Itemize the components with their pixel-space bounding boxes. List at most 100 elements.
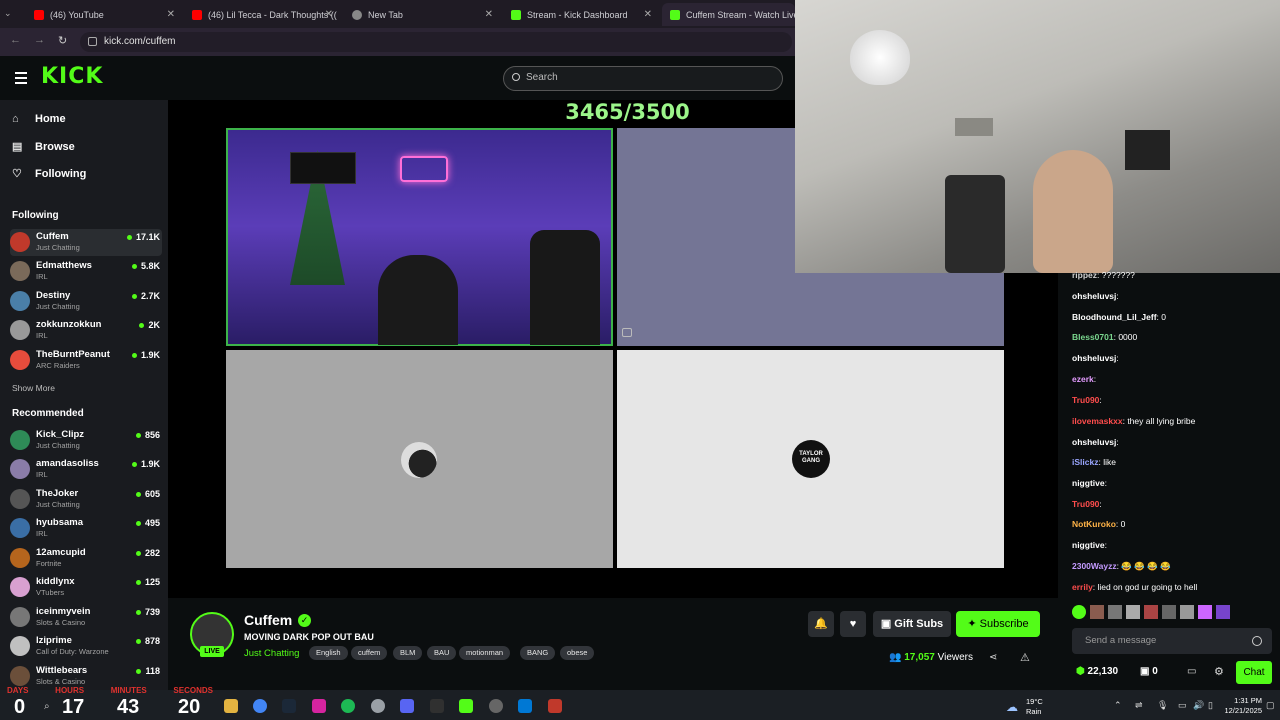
- sidebar-channel-kick-clipz[interactable]: Kick_Clipz Just Chatting 856: [10, 427, 162, 454]
- sidebar-channel-12amcupid[interactable]: 12amcupid Fortnite 282: [10, 545, 162, 572]
- tab-search-icon[interactable]: ⌄: [4, 8, 12, 19]
- follow-button[interactable]: ♥: [840, 611, 866, 637]
- tag-chip[interactable]: BANG: [520, 646, 556, 660]
- browser-tab-youtube[interactable]: (46) YouTube ✕: [26, 3, 181, 26]
- chat-username[interactable]: niggtive: [1072, 540, 1105, 550]
- emote-icon[interactable]: [1216, 605, 1230, 619]
- gift-subs-button[interactable]: ▣ Gift Subs: [873, 611, 951, 637]
- close-icon[interactable]: ✕: [485, 9, 493, 20]
- chat-username[interactable]: ezerk: [1072, 374, 1094, 384]
- chat-bubble-icon[interactable]: ▭: [1187, 666, 1196, 677]
- nav-home[interactable]: ⌂ Home: [12, 113, 66, 125]
- discord-icon[interactable]: [400, 699, 414, 713]
- menu-icon[interactable]: [15, 72, 27, 84]
- sidebar-channel-destiny[interactable]: Destiny Just Chatting 2.7K: [10, 288, 162, 315]
- browser-tab-cuffem[interactable]: Cuffem Stream - Watch Live: [662, 3, 795, 26]
- nav-browse[interactable]: ▤ Browse: [12, 140, 75, 154]
- display-icon[interactable]: ▭: [1178, 700, 1187, 711]
- show-more-link[interactable]: Show More: [12, 383, 55, 393]
- reload-icon[interactable]: ↻: [58, 34, 67, 47]
- chat-username[interactable]: niggtive: [1072, 478, 1105, 488]
- streamer-name[interactable]: Cuffem: [244, 612, 292, 628]
- tag-chip[interactable]: BLM: [393, 646, 423, 660]
- media-app-icon[interactable]: [548, 699, 562, 713]
- tray-overflow-icon[interactable]: ⌃: [1114, 700, 1122, 711]
- gift-counter[interactable]: ▣ 0: [1140, 666, 1158, 677]
- close-icon[interactable]: ✕: [325, 9, 333, 20]
- search-input[interactable]: Search: [503, 66, 783, 91]
- emote-icon[interactable]: [1180, 605, 1194, 619]
- sidebar-channel-theburntpeanut[interactable]: TheBurntPeanut ARC Raiders 1.9K: [10, 347, 162, 374]
- emote-icon[interactable]: [1090, 605, 1104, 619]
- file-explorer-icon[interactable]: [224, 699, 238, 713]
- chat-username[interactable]: errily: [1072, 582, 1093, 592]
- chat-username[interactable]: iSlickz: [1072, 457, 1098, 467]
- sidebar-channel-hyubsama[interactable]: hyubsama IRL 495: [10, 515, 162, 542]
- emoji-picker-icon[interactable]: [1252, 636, 1262, 646]
- url-field[interactable]: kick.com/cuffem: [80, 32, 792, 52]
- sidebar-channel-thejoker[interactable]: TheJoker Just Chatting 605: [10, 486, 162, 513]
- chrome-icon[interactable]: [253, 699, 267, 713]
- kick-app-icon[interactable]: [459, 699, 473, 713]
- forward-icon[interactable]: →: [34, 34, 45, 46]
- chat-username[interactable]: ohsheluvsj: [1072, 437, 1116, 447]
- chat-username[interactable]: rippez: [1072, 270, 1097, 280]
- emote-icon[interactable]: [1108, 605, 1122, 619]
- emote-icon[interactable]: [1126, 605, 1140, 619]
- sidebar-channel-iceinmyvein[interactable]: iceinmyvein Slots & Casino 739: [10, 604, 162, 631]
- chat-username[interactable]: Tru090: [1072, 395, 1099, 405]
- spotify-icon[interactable]: [341, 699, 355, 713]
- chat-send-button[interactable]: Chat: [1236, 661, 1272, 684]
- stream-category-link[interactable]: Just Chatting: [244, 648, 299, 659]
- sidebar-channel-edmatthews[interactable]: Edmatthews IRL 5.8K: [10, 258, 162, 285]
- tag-chip[interactable]: English: [309, 646, 348, 660]
- emote-icon[interactable]: [1144, 605, 1158, 619]
- chat-username[interactable]: ilovemaskxx: [1072, 416, 1123, 426]
- subscribe-button[interactable]: ✦ Subscribe: [956, 611, 1040, 637]
- chat-input[interactable]: Send a message: [1072, 628, 1272, 654]
- channel-points[interactable]: ⬢ 22,130: [1076, 666, 1118, 677]
- chat-username[interactable]: 2300Wayzz: [1072, 561, 1117, 571]
- tag-chip[interactable]: BAU: [427, 646, 457, 660]
- share-icon[interactable]: ⋖: [989, 652, 997, 663]
- microphone-icon[interactable]: 🎙: [1157, 700, 1168, 711]
- outlook-icon[interactable]: [518, 699, 532, 713]
- site-info-icon[interactable]: [88, 37, 97, 46]
- settings-app-icon[interactable]: [371, 699, 385, 713]
- sidebar-channel-wittlebears[interactable]: Wittlebears Slots & Casino 118: [10, 663, 162, 687]
- sidebar-channel-kiddlynx[interactable]: kiddlynx VTubers 125: [10, 574, 162, 601]
- back-icon[interactable]: ←: [10, 34, 21, 46]
- tag-chip[interactable]: obese: [560, 646, 595, 660]
- chat-username[interactable]: Tru090: [1072, 499, 1099, 509]
- search-icon[interactable]: ⌕: [44, 701, 50, 712]
- close-icon[interactable]: ✕: [644, 9, 652, 20]
- battery-icon[interactable]: ▯: [1208, 700, 1213, 711]
- browser-tab-new[interactable]: New Tab ✕: [344, 3, 499, 26]
- sidebar-channel-amandasoliss[interactable]: amandasoliss IRL 1.9K: [10, 456, 162, 483]
- emote-icon[interactable]: [1198, 605, 1212, 619]
- tag-chip[interactable]: motionman: [459, 646, 511, 660]
- nav-following[interactable]: ♡ Following: [12, 167, 86, 181]
- browser-tab-dashboard[interactable]: Stream - Kick Dashboard ✕: [503, 3, 658, 26]
- sidebar-channel-zokkun[interactable]: zokkunzokkun IRL 2K: [10, 317, 162, 344]
- chat-username[interactable]: NotKuroko: [1072, 519, 1116, 529]
- emote-icon[interactable]: [1162, 605, 1176, 619]
- report-icon[interactable]: ⚠: [1020, 651, 1030, 664]
- system-clock[interactable]: 1:31 PM 12/21/2025: [1222, 696, 1262, 716]
- notifications-icon[interactable]: ▢: [1266, 700, 1275, 711]
- sidebar-channel-cuffem[interactable]: Cuffem Just Chatting 17.1K: [10, 229, 162, 256]
- instagram-icon[interactable]: [312, 699, 326, 713]
- chat-username[interactable]: Bless0701: [1072, 332, 1114, 342]
- browser-tab-youtube-song[interactable]: (46) Lil Tecca - Dark Thoughts ((✕: [184, 3, 339, 26]
- volume-icon[interactable]: 🔊: [1193, 700, 1204, 711]
- settings-icon[interactable]: ⚙: [1214, 665, 1224, 678]
- weather-widget[interactable]: 19°C Rain: [1026, 697, 1043, 717]
- network-icon[interactable]: ⇌: [1135, 700, 1143, 711]
- app-icon[interactable]: [430, 699, 444, 713]
- chat-username[interactable]: Bloodhound_Lil_Jeff: [1072, 312, 1157, 322]
- chat-username[interactable]: ohsheluvsj: [1072, 291, 1116, 301]
- notification-bell-button[interactable]: 🔔: [808, 611, 834, 637]
- chat-username[interactable]: ohsheluvsj: [1072, 353, 1116, 363]
- obs-icon[interactable]: [489, 699, 503, 713]
- emote-icon[interactable]: [1072, 605, 1086, 619]
